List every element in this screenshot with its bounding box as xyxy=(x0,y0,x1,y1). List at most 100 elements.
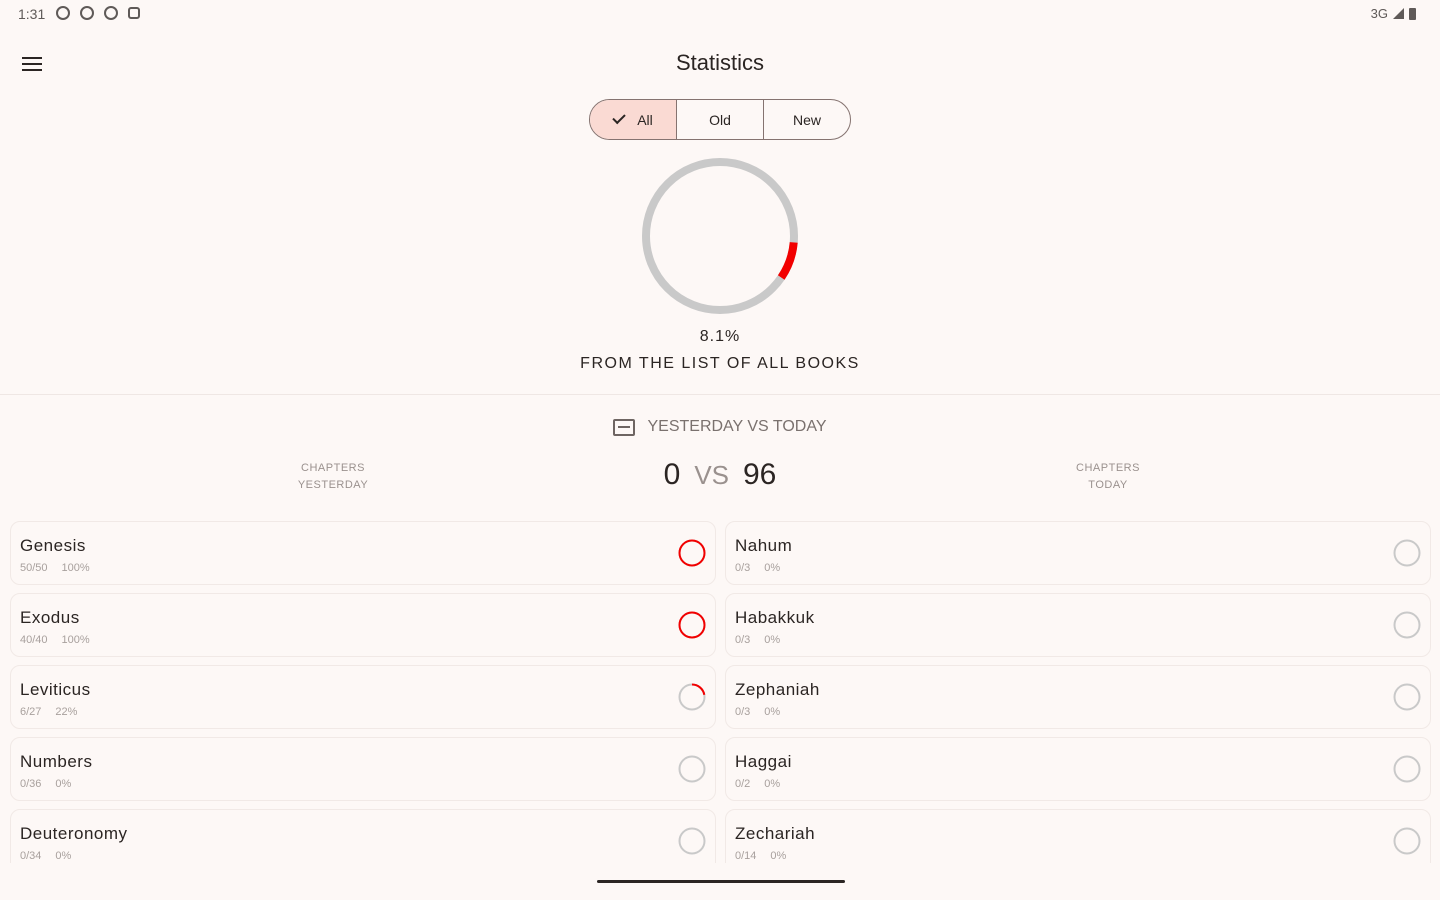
book-card[interactable]: Numbers 0/36 0% xyxy=(10,737,716,801)
overall-caption: FROM THE LIST OF ALL BOOKS xyxy=(580,355,860,372)
book-card[interactable]: Habakkuk 0/3 0% xyxy=(725,593,1431,657)
book-name: Genesis xyxy=(20,536,86,555)
calendar-icon xyxy=(613,418,636,436)
book-percent: 0% xyxy=(764,778,781,790)
book-progress-ring xyxy=(678,827,706,855)
book-chapters: 0/2 xyxy=(735,778,751,790)
overall-percent: 8.1% xyxy=(699,328,741,345)
status-icons xyxy=(56,6,140,20)
status-bar: 1:31 3G xyxy=(0,0,1440,28)
book-progress-ring xyxy=(678,683,706,711)
progress-ring-track xyxy=(642,158,798,314)
book-chapters: 50/50 xyxy=(20,562,48,574)
book-list: Genesis 50/50 100% Exodus 40/40 100% Leviticus… xyxy=(0,512,1440,863)
book-ring-arc xyxy=(1395,829,1420,854)
book-chapters: 40/40 xyxy=(20,634,48,646)
book-progress-ring xyxy=(678,611,706,639)
book-card[interactable]: Deuteronomy 0/34 0% xyxy=(10,809,716,863)
section-divider xyxy=(0,394,1440,395)
filter-old-button[interactable]: Old xyxy=(676,100,763,139)
book-percent: 0% xyxy=(770,850,787,862)
filter-new-label: New xyxy=(792,111,821,128)
status-right: 3G xyxy=(1371,6,1416,21)
filter-old-label: Old xyxy=(709,111,731,128)
book-stats: 6/27 22% xyxy=(20,706,77,718)
book-progress-ring xyxy=(1393,827,1421,855)
book-chapters: 0/3 xyxy=(735,706,751,718)
status-time: 1:31 xyxy=(18,6,46,22)
book-name: Leviticus xyxy=(20,680,91,699)
battery-icon xyxy=(1409,7,1416,20)
filter-all-label: All xyxy=(637,111,653,128)
book-progress-ring xyxy=(678,539,706,567)
book-progress-ring xyxy=(1393,539,1421,567)
book-card[interactable]: Zechariah 0/14 0% xyxy=(725,809,1431,863)
page-title: Statistics xyxy=(675,50,765,75)
book-percent: 100% xyxy=(61,634,90,646)
book-chapters: 6/27 xyxy=(20,706,42,718)
book-percent: 0% xyxy=(764,706,781,718)
book-ring-arc xyxy=(1395,685,1420,710)
testament-filter: All Old New xyxy=(589,99,851,140)
book-ring-arc xyxy=(680,757,705,782)
chapters-today-label: CHAPTERS TODAY xyxy=(1028,460,1188,494)
book-name: Haggai xyxy=(735,752,792,771)
book-stats: 0/3 0% xyxy=(735,706,780,718)
book-name: Habakkuk xyxy=(735,608,815,627)
book-ring-arc xyxy=(1395,757,1420,782)
book-chapters: 0/14 xyxy=(735,850,757,862)
square-icon xyxy=(128,7,140,19)
vpn-icon xyxy=(56,6,70,20)
book-ring-arc xyxy=(678,611,706,639)
book-percent: 22% xyxy=(55,706,78,718)
book-card[interactable]: Exodus 40/40 100% xyxy=(10,593,716,657)
book-name: Numbers xyxy=(20,752,93,771)
book-name: Deuteronomy xyxy=(20,824,128,843)
book-ring-arc xyxy=(1395,541,1420,566)
overall-progress-ring xyxy=(642,158,798,314)
book-ring-arc xyxy=(1395,613,1420,638)
book-card[interactable]: Zephaniah 0/3 0% xyxy=(725,665,1431,729)
chapters-today-line1: CHAPTERS xyxy=(1076,462,1140,474)
book-progress-ring xyxy=(1393,683,1421,711)
book-ring-arc xyxy=(680,829,705,854)
shield-icon xyxy=(104,6,118,20)
book-chapters: 0/3 xyxy=(735,634,751,646)
filter-new-button[interactable]: New xyxy=(763,100,850,139)
book-stats: 0/2 0% xyxy=(735,778,780,790)
home-indicator[interactable] xyxy=(597,880,845,883)
comparison-title: YESTERDAY VS TODAY xyxy=(647,418,827,435)
book-percent: 0% xyxy=(55,850,72,862)
book-stats: 0/34 0% xyxy=(20,850,71,862)
book-card[interactable]: Genesis 50/50 100% xyxy=(10,521,716,585)
progress-ring-arc xyxy=(642,158,798,314)
book-name: Zephaniah xyxy=(735,680,820,699)
book-ring-arc xyxy=(678,539,706,567)
book-stats: 0/3 0% xyxy=(735,634,780,646)
vs-text: VS xyxy=(694,460,729,490)
book-chapters: 0/36 xyxy=(20,778,42,790)
book-name: Nahum xyxy=(735,536,793,555)
book-name: Exodus xyxy=(20,608,80,627)
today-value: 96 xyxy=(743,458,777,491)
book-stats: 40/40 100% xyxy=(20,634,90,646)
book-card[interactable]: Nahum 0/3 0% xyxy=(725,521,1431,585)
info-icon xyxy=(80,6,94,20)
book-stats: 0/14 0% xyxy=(735,850,786,862)
book-chapters: 0/34 xyxy=(20,850,42,862)
check-icon xyxy=(612,110,626,125)
network-type: 3G xyxy=(1370,6,1388,21)
book-name: Zechariah xyxy=(735,824,816,843)
yesterday-value: 0 xyxy=(663,458,681,491)
book-card[interactable]: Haggai 0/2 0% xyxy=(725,737,1431,801)
book-percent: 0% xyxy=(764,634,781,646)
book-percent: 0% xyxy=(55,778,72,790)
signal-icon xyxy=(1393,8,1404,19)
book-card[interactable]: Leviticus 6/27 22% xyxy=(10,665,716,729)
book-progress-ring xyxy=(1393,611,1421,639)
book-stats: 50/50 100% xyxy=(20,562,90,574)
book-percent: 0% xyxy=(764,562,781,574)
book-percent: 100% xyxy=(61,562,90,574)
filter-all-button[interactable]: All xyxy=(590,100,676,139)
book-progress-ring xyxy=(1393,755,1421,783)
